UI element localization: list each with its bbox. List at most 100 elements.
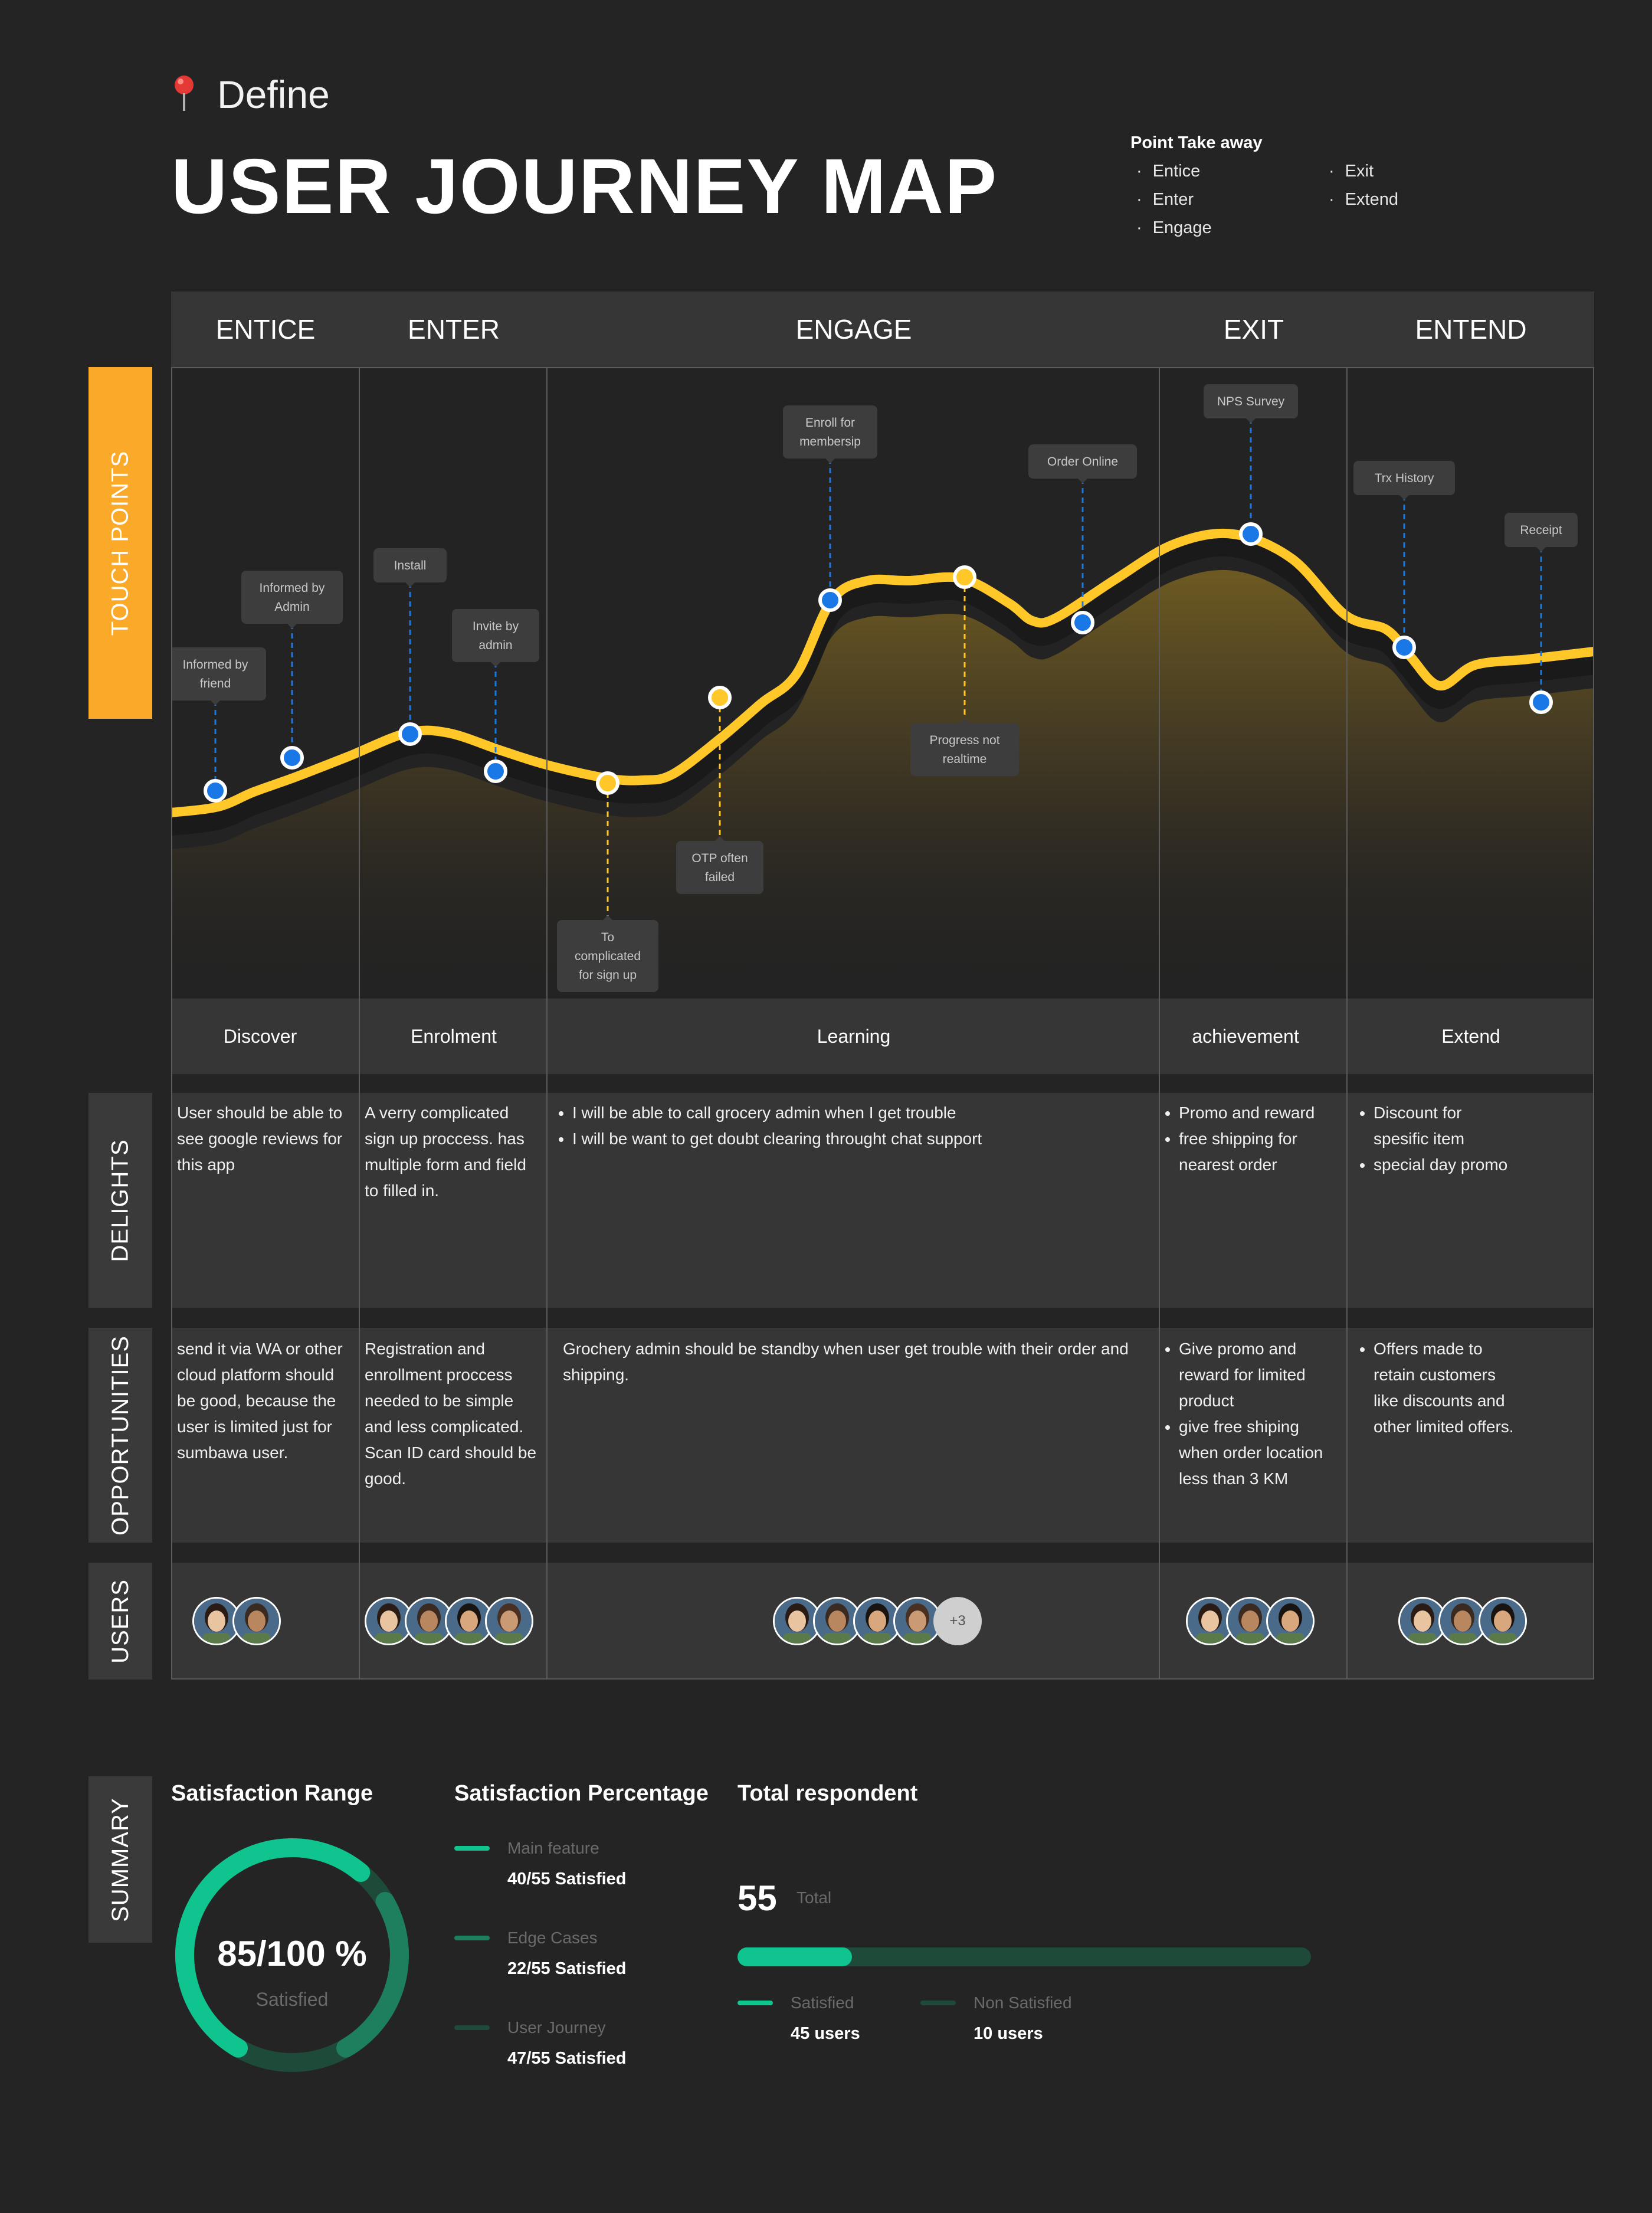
person-icon [1268,1599,1313,1644]
person-icon [1480,1599,1525,1644]
touchpoint-label-pointer [287,624,297,628]
touchpoint-label-pointer [405,582,415,587]
avatar-group-extend [1398,1597,1527,1645]
page-title: USER JOURNEY MAP [171,143,998,230]
grid-line [171,367,1594,368]
touchpoint-dot [1529,690,1553,714]
touchpoint-label: Receipt [1520,523,1562,537]
legend-swatch [738,2001,773,2005]
avatar-group-discover [192,1597,281,1645]
touchpoint-dot [953,565,976,589]
legend-label: Main feature [507,1839,599,1857]
delight-extend-item: Discount for spesific item [1374,1100,1509,1152]
touchpoint-label-box [241,571,343,624]
touchpoint-label-pointer [491,662,500,667]
legend-swatch [454,1936,490,1940]
grid-line [1593,367,1594,1680]
touchpoint-label-box [676,841,763,894]
legend-value: 10 users [974,2024,1043,2043]
respondent-bar-fill [738,1947,853,1966]
touchpoint-dot [1239,522,1263,546]
avatar [1266,1597,1315,1645]
opportunity-extend-item: Offers made to retain customers like dis… [1374,1336,1515,1440]
touchpoint-label-pointer [1399,495,1409,500]
delight-achievement-item: Promo and reward [1179,1100,1338,1126]
phase-engage: ENGAGE [795,314,912,345]
avatar-group-learning: +3 [773,1597,982,1645]
touchpoint-dot [1071,611,1094,634]
phase-enter: ENTER [408,314,500,345]
journey-curve-chart: Informed by friendInformed by AdminInstall… [171,384,1594,999]
opportunity-achievement-item: Give promo and reward for limited produc… [1179,1336,1338,1414]
gauge-label: Satisfied [255,1989,329,2010]
gauge-value: 85/100 % [217,1934,367,1973]
delight-extend-item: special day promo [1374,1152,1509,1178]
opportunity-achievement: Give promo and reward for limited produc… [1161,1336,1338,1492]
legend-label: Satisfied [791,1993,854,2012]
touchpoint-label-pointer [825,459,835,463]
phase-extend: ENTEND [1415,314,1527,345]
touchpoint-label-pointer [1536,547,1546,552]
person-icon [234,1599,279,1644]
delight-enrolment: A verry complicated sign up proccess. ha… [365,1104,526,1200]
touchpoint-label-pointer [1246,418,1256,423]
touchpoint-dot [204,779,227,803]
opportunity-extend: Offers made to retain customers like dis… [1356,1336,1515,1440]
delight-learning: I will be able to call grocery admin whe… [555,1100,1145,1152]
touchpoint-label-box [171,647,266,700]
touchpoint-dot [596,771,620,795]
legend-swatch [454,2025,490,2030]
touchpoint-label-box [452,609,539,662]
phase-entice: ENTICE [215,314,316,345]
avatar [485,1597,533,1645]
opportunity-enrolment: Registration and enrollment proccess nee… [365,1340,537,1488]
stage-learning: Learning [817,1026,891,1047]
delight-learning-item: I will be able to call grocery admin whe… [572,1100,1145,1126]
users-tab: USERS [88,1563,152,1680]
avatar [1479,1597,1527,1645]
gauge-fill-segment [336,1892,409,2058]
legend-value: 22/55 Satisfied [507,1959,627,1978]
opportunity-discover: send it via WA or other cloud platform s… [177,1340,343,1462]
legend-label: User Journey [507,2018,606,2037]
touch-points-tab: TOUCH POINTS [88,367,152,719]
legend-label: Non Satisfied [974,1993,1072,2012]
avatar-group-enrolment [365,1597,533,1645]
legend-value: 45 users [791,2024,860,2043]
touchpoint-label-pointer [211,700,220,705]
touchpoint-dot [1392,636,1416,659]
satisfaction-percentage-title: Satisfaction Percentage [454,1781,709,1806]
avatar-group-achievement [1186,1597,1315,1645]
more-users-badge[interactable]: +3 [933,1597,982,1645]
grid-line [171,367,172,1680]
takeaway-title: Point Take away [1130,133,1263,152]
touchpoint-label: Install [394,559,427,572]
grid-line [359,367,360,1680]
total-value: 55 [738,1878,777,1918]
total-label: Total [796,1888,832,1907]
touchpoint-dot [280,746,304,770]
touchpoint-dot [818,588,842,612]
total-respondent-title: Total respondent [738,1781,918,1806]
touchpoint-label: Order Online [1047,455,1118,469]
touchpoint-label-box [783,405,877,459]
grid-line [1346,367,1348,1680]
opportunities-tab: OPPORTUNITIES [88,1328,152,1543]
takeaway-item: Extend [1329,190,1398,209]
touchpoint-label-box [910,723,1019,776]
stage-achievement: achievement [1192,1026,1299,1047]
legend-swatch [920,2001,956,2005]
delight-extend: Discount for spesific itemspecial day pr… [1356,1100,1509,1178]
opportunity-learning: Grochery admin should be standby when us… [563,1340,1129,1384]
grid-line [1159,367,1160,1680]
stage-discover: Discover [223,1026,297,1047]
delight-discover: User should be able to see google review… [177,1104,343,1174]
touchpoint-dot [398,722,422,746]
takeaway-item: Enter [1136,190,1194,209]
touchpoint-label: Trx History [1375,472,1434,485]
avatar [232,1597,281,1645]
legend-label: Edge Cases [507,1929,598,1947]
takeaway-item: Exit [1329,162,1374,181]
stage-enrolment: Enrolment [411,1026,497,1047]
phase-exit: EXIT [1223,314,1284,345]
